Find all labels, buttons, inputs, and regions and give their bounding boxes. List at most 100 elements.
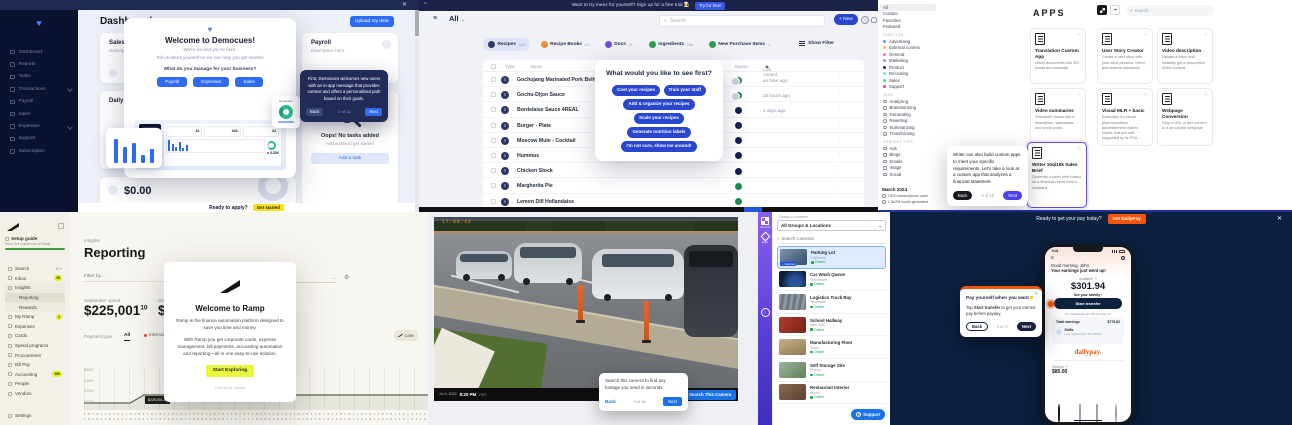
camera-feed[interactable] [434, 217, 738, 388]
sidebar-item-settings[interactable]: Settings [5, 411, 65, 421]
collapse-sidebar-icon[interactable] [58, 223, 64, 229]
option-button[interactable]: Generate nutrition labels [627, 127, 691, 138]
search-input[interactable] [669, 17, 820, 24]
option-button[interactable]: Scale your recipes [634, 113, 684, 124]
sidebar-item[interactable]: Spend programs [5, 341, 65, 351]
select-all-checkbox[interactable] [491, 63, 496, 69]
nav-item[interactable]: Card [1095, 404, 1101, 422]
sidebar-item[interactable]: Rewards [5, 302, 65, 312]
sidebar-item[interactable]: Dashboard [10, 46, 74, 58]
filter-chip[interactable]: Recipe Books 14 [536, 38, 594, 51]
kebab-icon[interactable]: ⋮ [837, 152, 843, 158]
kebab-icon[interactable]: ⋮ [837, 76, 843, 82]
sidebar-item[interactable]: Transactions [10, 83, 74, 95]
next-button[interactable]: Next [1003, 190, 1022, 200]
row-checkbox[interactable] [491, 152, 496, 158]
sidebar-item[interactable]: Sales [10, 108, 74, 120]
row-checkbox[interactable] [491, 92, 496, 98]
star-icon[interactable]: ☆ [1204, 32, 1208, 38]
next-button[interactable]: Next [365, 107, 382, 116]
kebab-icon[interactable]: ⋮ [837, 198, 843, 204]
sidebar-item[interactable]: Support [10, 133, 74, 145]
camera-list-item[interactable]: ✓ Selected Parking Lot California Online [777, 246, 886, 269]
back-button[interactable]: Back [605, 399, 616, 404]
filter-chip[interactable]: Ingredients 766 [644, 38, 698, 51]
support-button[interactable]: ? Support [851, 409, 885, 420]
sidebar-item[interactable]: Inbox 98 [5, 274, 65, 284]
groups-dropdown[interactable]: All Groups & Locations ⌄ [777, 220, 886, 231]
upload-data-button[interactable]: Upload my data [350, 16, 394, 27]
sidebar-item[interactable]: Procurement [5, 350, 65, 360]
app-card[interactable]: ☆ Writer 10q/10k Sales Brief Generate a … [1027, 142, 1087, 208]
table-row[interactable]: ≡ Chicken Stock ⋮ [483, 163, 864, 179]
row-checkbox[interactable] [491, 107, 496, 113]
show-filter-button[interactable]: Show Filter [799, 41, 834, 46]
goal-option-button[interactable]: Expenses [193, 76, 230, 87]
sidebar-item[interactable]: Accounting 999 [5, 370, 65, 380]
app-card[interactable]: ☆ Webpage Conversion Drop a URL in and c… [1157, 88, 1213, 146]
start-exploring-button[interactable]: Start Exploring [205, 365, 255, 378]
sidebar-item[interactable]: Reports [10, 58, 74, 70]
sidebar-item[interactable]: Reporting [5, 292, 65, 303]
app-card[interactable]: ☆ Video description Upload a video and i… [1157, 28, 1213, 84]
add-task-button[interactable]: Add a task [311, 153, 389, 164]
scope-dropdown[interactable]: All ⌄ [449, 14, 465, 23]
start-transfer-button[interactable]: Start transfer [1054, 298, 1122, 309]
row-checkbox[interactable] [491, 198, 496, 204]
search-camera-button[interactable]: Search This Camera [684, 389, 737, 400]
search-input[interactable] [781, 236, 886, 241]
sort-column[interactable]: Last Viewed [763, 64, 777, 77]
table-row[interactable]: ≡ Margherita Pie ⋮ [483, 178, 864, 194]
option-button[interactable]: Add & organize your recipes [623, 99, 695, 110]
get-started-button[interactable]: Get started [252, 204, 284, 211]
row-checkbox[interactable] [491, 77, 496, 82]
kebab-icon[interactable]: ⋮ [837, 167, 843, 173]
maps-icon[interactable] [760, 231, 770, 242]
hamburger-icon[interactable]: ≡ [1051, 255, 1054, 261]
nav-item[interactable]: Paydays [1074, 404, 1084, 422]
sidebar-item[interactable]: Tasks [10, 71, 74, 83]
star-icon[interactable]: ☆ [1144, 92, 1148, 98]
sidebar-item[interactable]: Insights [5, 283, 65, 293]
expand-chevron-icon[interactable]: › [760, 308, 770, 317]
kebab-icon[interactable]: ⋮ [837, 106, 843, 112]
bell-icon[interactable] [871, 17, 877, 23]
next-button[interactable]: Next [663, 396, 682, 406]
sidebar-item[interactable]: Payroll [10, 96, 74, 108]
camera-list-item[interactable]: ✓ Selected School Hallway New York Onlin… [777, 314, 886, 337]
bell-icon[interactable] [1121, 256, 1125, 260]
goal-option-button[interactable]: Sales [235, 76, 263, 87]
star-icon[interactable]: ☆ [1144, 32, 1148, 38]
camera-search[interactable]: ⌕ [777, 234, 886, 244]
setup-guide[interactable]: Setup guide Next: Get a quick tour of Ra… [5, 236, 65, 250]
sidebar-item[interactable]: Expenses [5, 322, 65, 332]
sidebar-item[interactable]: My Ramp 2 [5, 312, 65, 322]
back-button[interactable]: Back [953, 190, 973, 200]
line-chart-toggle[interactable]: Line [394, 330, 418, 341]
try-free-button[interactable]: Try for free! [694, 1, 726, 10]
cameras-icon[interactable] [761, 217, 769, 225]
nav-item[interactable]: Earnings [1054, 404, 1065, 422]
app-card[interactable]: ☆ User Story Creator Create a user story… [1097, 28, 1153, 84]
new-button[interactable]: + New [834, 14, 858, 25]
row-checkbox[interactable] [491, 122, 496, 128]
sidebar-item[interactable]: Cards [5, 331, 65, 341]
goal-option-button[interactable]: Payroll [157, 76, 188, 87]
tab-all[interactable]: All [124, 333, 131, 341]
nav-item[interactable]: Wellbeing [1110, 404, 1122, 422]
sidebar-item[interactable]: People [5, 379, 65, 389]
camera-list-item[interactable]: ✓ Selected Restaurant Interior Illinois … [777, 382, 886, 405]
kebab-icon[interactable]: ⋮ [837, 122, 843, 128]
kebab-icon[interactable]: ⋮ [837, 91, 843, 97]
camera-list-item[interactable]: ✓ Selected Self Storage Site Florida Onl… [777, 359, 886, 382]
help-icon[interactable]: ? [861, 16, 869, 24]
row-checkbox[interactable] [491, 137, 496, 143]
option-button[interactable]: Train your staff [663, 85, 707, 96]
app-card[interactable]: ☆ Visual MLR + basic Evaluates if a visu… [1097, 88, 1153, 146]
filter-chip[interactable]: New Purchase Items 0 [704, 38, 775, 51]
filter-chip[interactable]: Recipes 165 [483, 38, 530, 51]
next-button[interactable]: Next [1016, 322, 1036, 332]
star-icon[interactable]: ☆ [1077, 32, 1081, 38]
activity-link[interactable]: See your activity › [1045, 293, 1131, 297]
sidebar-item[interactable]: Expenses [10, 120, 74, 132]
